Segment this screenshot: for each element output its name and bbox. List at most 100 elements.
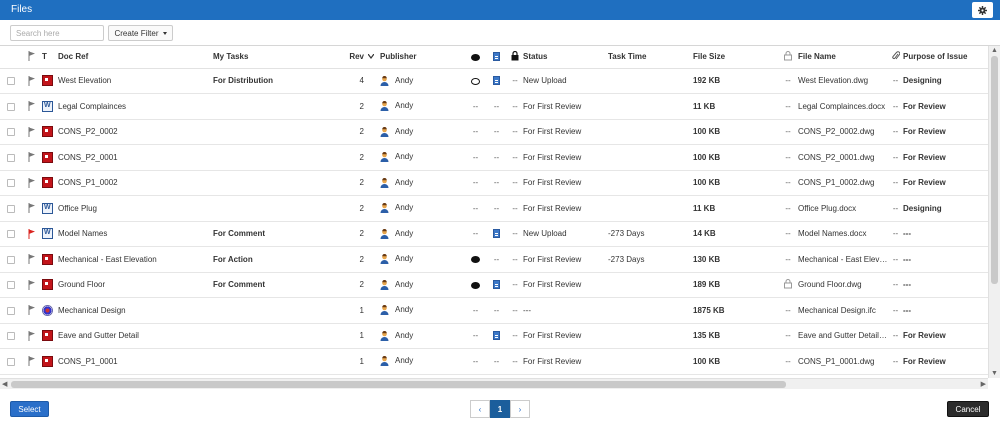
row-my-tasks[interactable]: For Comment <box>213 221 333 247</box>
row-my-tasks[interactable]: For Action <box>213 246 333 273</box>
row-doc-ref[interactable]: West Elevation <box>58 68 213 94</box>
document-icon[interactable] <box>493 229 500 239</box>
create-filter-button[interactable]: Create Filter <box>108 25 173 41</box>
vertical-scrollbar[interactable]: ▲ ▼ <box>988 46 1000 378</box>
row-flag-cell[interactable] <box>22 246 42 273</box>
table-row[interactable]: CONS_P2_0001 2 Andy -- -- -- For First R… <box>0 144 988 171</box>
row-my-tasks[interactable] <box>213 297 333 324</box>
comment-icon[interactable] <box>471 77 480 85</box>
header-publisher[interactable]: Publisher <box>380 46 465 69</box>
row-flag-cell[interactable] <box>22 195 42 222</box>
row-doc-ref[interactable]: Eave and Gutter Detail <box>58 323 213 349</box>
header-checkout[interactable] <box>778 46 798 69</box>
row-checkbox[interactable] <box>7 128 15 137</box>
page-1-button[interactable]: 1 <box>490 400 510 418</box>
row-file-name[interactable]: Legal Complainces.docx <box>798 93 888 120</box>
row-doc-ref[interactable]: CONS_P2_0001 <box>58 144 213 171</box>
row-file-name[interactable]: CONS_P1_0002.dwg <box>798 170 888 196</box>
horizontal-scroll-thumb[interactable] <box>11 381 786 388</box>
row-my-tasks[interactable] <box>213 323 333 349</box>
row-file-name[interactable]: West Elevation.dwg <box>798 68 888 94</box>
document-icon[interactable] <box>493 331 500 341</box>
header-purpose[interactable]: Purpose of Issue <box>903 46 988 69</box>
table-row[interactable]: Ground Floor For Comment 2 Andy -- For F… <box>0 272 988 298</box>
row-doc-ref[interactable]: Office Plug <box>58 195 213 222</box>
row-flag-cell[interactable] <box>22 93 42 120</box>
row-checkbox[interactable] <box>7 281 15 290</box>
row-doc-ref[interactable]: CONS_P1_0001 <box>58 348 213 375</box>
header-task-time[interactable]: Task Time <box>608 46 693 69</box>
table-row[interactable]: CONS_P1_0002 2 Andy -- -- -- For First R… <box>0 170 988 196</box>
row-my-tasks[interactable]: For Comment <box>213 272 333 298</box>
row-file-name[interactable]: Mechanical Design.ifc <box>798 297 888 324</box>
row-flag-cell[interactable] <box>22 68 42 94</box>
row-checkbox[interactable] <box>7 306 15 315</box>
header-flag[interactable] <box>22 46 42 69</box>
table-row[interactable]: Mechanical Design 1 Andy -- -- -- --- 18… <box>0 297 988 324</box>
comment-icon[interactable] <box>471 281 480 289</box>
scroll-left-icon[interactable]: ◀ <box>2 380 7 388</box>
scroll-up-icon[interactable]: ▲ <box>991 47 998 54</box>
header-comments[interactable] <box>465 46 486 69</box>
header-type[interactable]: T <box>42 46 58 69</box>
table-row[interactable]: CONS_P1_0001 1 Andy -- -- -- For First R… <box>0 348 988 375</box>
search-input[interactable] <box>10 25 104 41</box>
table-row[interactable]: Eave and Gutter Detail 1 Andy -- -- For … <box>0 323 988 349</box>
prev-page-button[interactable]: ‹ <box>470 400 490 418</box>
row-checkbox[interactable] <box>7 77 15 86</box>
row-checkbox[interactable] <box>7 102 15 111</box>
row-checkbox[interactable] <box>7 230 15 239</box>
header-lock[interactable] <box>507 46 523 69</box>
checkout-icon[interactable] <box>783 278 793 289</box>
row-file-name[interactable]: CONS_P2_0002.dwg <box>798 119 888 145</box>
comment-icon[interactable] <box>471 256 480 264</box>
header-status[interactable]: Status <box>523 46 608 69</box>
row-my-tasks[interactable] <box>213 144 333 171</box>
header-doc-ref[interactable]: Doc Ref <box>58 46 213 69</box>
header-file-name[interactable]: File Name <box>798 46 888 69</box>
row-my-tasks[interactable]: For Distribution <box>213 68 333 94</box>
row-flag-cell[interactable] <box>22 323 42 349</box>
row-flag-cell[interactable] <box>22 144 42 171</box>
table-row[interactable]: Legal Complainces 2 Andy -- -- -- For Fi… <box>0 93 988 120</box>
row-flag-cell[interactable] <box>22 221 42 247</box>
document-icon[interactable] <box>493 280 500 290</box>
row-flag-cell[interactable] <box>22 170 42 196</box>
table-row[interactable]: Model Names For Comment 2 Andy -- -- New… <box>0 221 988 247</box>
row-file-name[interactable]: CONS_P2_0001.dwg <box>798 144 888 171</box>
header-rev[interactable]: Rev <box>333 46 368 69</box>
row-file-name[interactable]: Mechanical - East Elevation.dwg <box>798 246 888 273</box>
row-checkbox[interactable] <box>7 153 15 162</box>
header-sort[interactable] <box>368 46 380 69</box>
row-flag-cell[interactable] <box>22 272 42 298</box>
horizontal-scrollbar[interactable]: ◀ ▶ <box>0 378 988 389</box>
row-checkbox[interactable] <box>7 255 15 264</box>
row-checkbox[interactable] <box>7 204 15 213</box>
table-row[interactable]: Office Plug 2 Andy -- -- -- For First Re… <box>0 195 988 222</box>
scroll-down-icon[interactable]: ▼ <box>991 370 998 377</box>
table-row[interactable]: Mechanical - East Elevation For Action 2… <box>0 246 988 273</box>
row-doc-ref[interactable]: Legal Complainces <box>58 93 213 120</box>
header-document[interactable] <box>486 46 507 69</box>
row-flag-cell[interactable] <box>22 119 42 145</box>
row-my-tasks[interactable] <box>213 93 333 120</box>
row-my-tasks[interactable] <box>213 170 333 196</box>
row-flag-cell[interactable] <box>22 348 42 375</box>
row-file-name[interactable]: CONS_P1_0001.dwg <box>798 348 888 375</box>
select-button[interactable]: Select <box>10 401 49 417</box>
document-icon[interactable] <box>493 76 500 86</box>
scroll-right-icon[interactable]: ▶ <box>981 380 986 388</box>
table-row[interactable]: CONS_P2_0002 2 Andy -- -- -- For First R… <box>0 119 988 145</box>
row-my-tasks[interactable] <box>213 119 333 145</box>
row-file-name[interactable]: Model Names.docx <box>798 221 888 247</box>
next-page-button[interactable]: › <box>510 400 530 418</box>
row-checkbox[interactable] <box>7 179 15 188</box>
settings-button[interactable] <box>972 2 993 18</box>
header-my-tasks[interactable]: My Tasks <box>213 46 333 69</box>
row-doc-ref[interactable]: Mechanical Design <box>58 297 213 324</box>
row-my-tasks[interactable] <box>213 195 333 222</box>
table-row[interactable]: West Elevation For Distribution 4 Andy -… <box>0 68 988 94</box>
header-file-size[interactable]: File Size <box>693 46 778 69</box>
cancel-button[interactable]: Cancel <box>947 401 989 417</box>
row-flag-cell[interactable] <box>22 297 42 324</box>
